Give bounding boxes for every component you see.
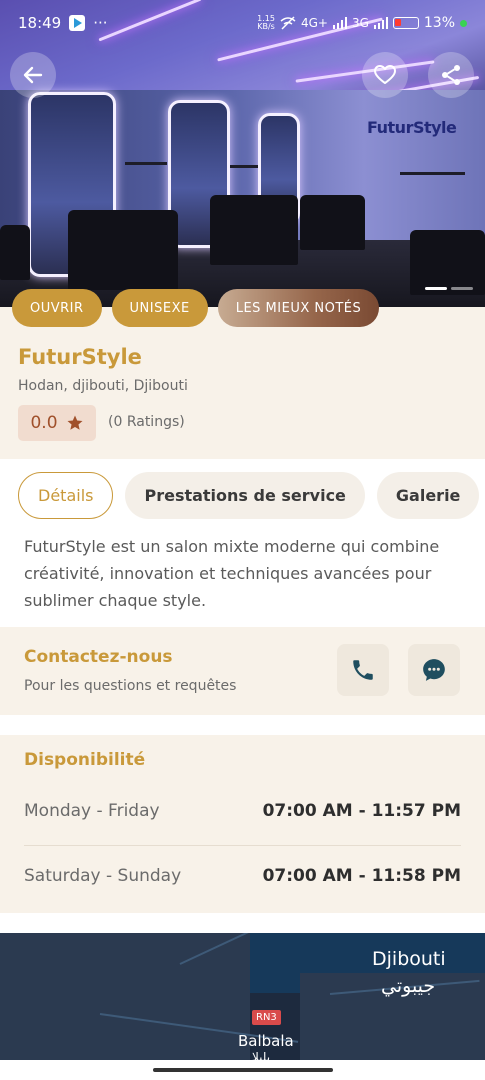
- availability-title: Disponibilité: [24, 750, 146, 770]
- chat-button[interactable]: [408, 644, 460, 696]
- availability-hours: 07:00 AM - 11:57 PM: [262, 801, 461, 821]
- network-speed-unit: KB/s: [257, 22, 275, 31]
- hero-image[interactable]: FuturStyle: [0, 0, 485, 307]
- tag-top-rated: LES MIEUX NOTÉS: [217, 289, 380, 327]
- salon-chair: [300, 195, 365, 250]
- play-store-icon: [69, 15, 86, 31]
- wifi-off-icon: [280, 16, 296, 30]
- divider: [24, 845, 461, 846]
- privacy-indicator: [460, 19, 467, 27]
- network-type-1: 4G+: [300, 16, 328, 30]
- salon-chair: [410, 230, 485, 295]
- tab-details[interactable]: Détails: [18, 472, 114, 519]
- map-labels: Djibouti جيبوتي RN3 Balbala بلبلا: [0, 933, 485, 1060]
- salon-chair: [68, 210, 178, 290]
- network-type-2: 3G: [351, 16, 369, 30]
- status-bar: 18:49 ··· 1.15 KB/s 4G+ 3G 13%: [0, 0, 485, 46]
- back-button[interactable]: [10, 52, 56, 98]
- share-button[interactable]: [428, 52, 474, 98]
- tag-list: OUVRIR UNISEXE LES MIEUX NOTÉS: [12, 289, 380, 327]
- network-speed: 1.15 KB/s: [257, 15, 275, 31]
- battery-icon: [392, 17, 419, 29]
- signal-icon: [373, 17, 388, 29]
- shelf: [400, 172, 465, 175]
- carousel-dot: [451, 287, 473, 290]
- tag-open: OUVRIR: [12, 289, 102, 327]
- phone-icon: [353, 660, 373, 680]
- tag-unisex: UNISEXE: [111, 289, 208, 327]
- map-district-label: Balbala: [238, 1032, 294, 1050]
- contact-title: Contactez-nous: [24, 647, 173, 667]
- home-indicator[interactable]: [153, 1068, 333, 1072]
- availability-row: Monday - Friday 07:00 AM - 11:57 PM: [24, 801, 461, 821]
- availability-row: Saturday - Sunday 07:00 AM - 11:58 PM: [24, 866, 461, 886]
- signal-icon: [332, 17, 347, 29]
- status-more: ···: [93, 14, 108, 32]
- rating-badge: 0.0: [18, 405, 96, 441]
- rating-value: 0.0: [30, 413, 58, 433]
- tab-services[interactable]: Prestations de service: [125, 472, 365, 519]
- shelf: [230, 165, 258, 168]
- salon-chair: [0, 225, 30, 280]
- contact-subtitle: Pour les questions et requêtes: [24, 678, 237, 694]
- map-district-label-ar: بلبلا: [252, 1050, 271, 1060]
- share-icon: [442, 65, 460, 85]
- heart-icon: [374, 65, 396, 84]
- favorite-button[interactable]: [362, 52, 408, 98]
- star-icon: [67, 415, 83, 430]
- salon-chair: [210, 195, 298, 265]
- salon-description: FuturStyle est un salon mixte moderne qu…: [24, 537, 440, 610]
- availability-day: Saturday - Sunday: [24, 866, 182, 886]
- carousel-indicator: [425, 287, 473, 290]
- detail-tabs: Détails Prestations de service Galerie: [18, 472, 480, 519]
- chat-bubble-icon: [423, 659, 445, 681]
- carousel-dot: [425, 287, 447, 290]
- arrow-left-icon: [23, 66, 43, 84]
- shelf: [125, 162, 167, 165]
- availability-hours: 07:00 AM - 11:58 PM: [262, 866, 461, 886]
- map-road-badge: RN3: [252, 1010, 281, 1025]
- rating-count[interactable]: (0 Ratings): [108, 414, 185, 430]
- salon-name: FuturStyle: [18, 345, 142, 369]
- navigation-bar: [0, 1060, 485, 1080]
- salon-address: Hodan, djibouti, Djibouti: [18, 378, 188, 394]
- battery-percent: 13%: [423, 15, 455, 31]
- status-time: 18:49: [18, 14, 62, 32]
- availability-day: Monday - Friday: [24, 801, 160, 821]
- salon-sign: FuturStyle: [367, 118, 457, 137]
- call-button[interactable]: [337, 644, 389, 696]
- map-city-label-ar: جيبوتي: [381, 975, 436, 997]
- map-city-label: Djibouti: [372, 948, 446, 970]
- tab-gallery[interactable]: Galerie: [376, 472, 480, 519]
